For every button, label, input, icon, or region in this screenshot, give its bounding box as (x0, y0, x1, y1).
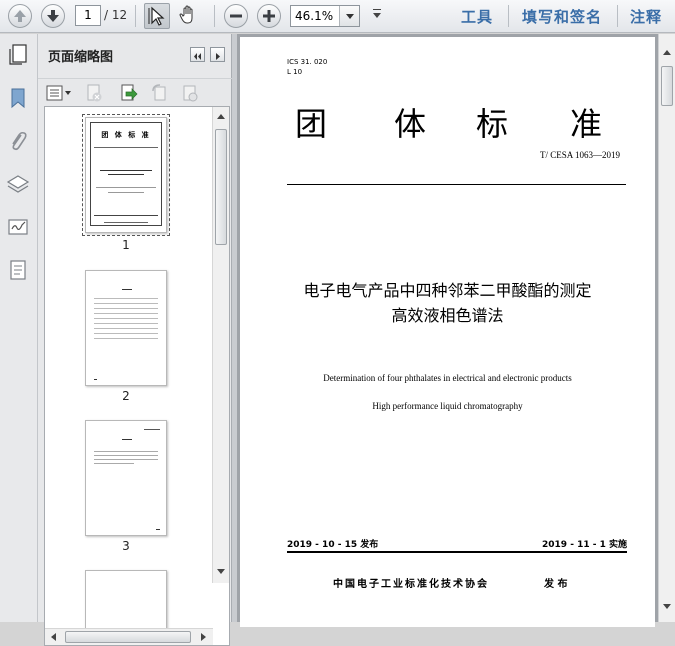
cursor-arrow-icon (148, 6, 165, 26)
toolbar: 1 / 12 46.1% 工具 填写和签名 注释 (0, 0, 675, 33)
select-tool-button[interactable] (144, 3, 170, 29)
scrollbar-thumb[interactable] (65, 631, 191, 643)
page-thumbnail-1[interactable]: 团 体 标 准 (82, 114, 170, 236)
toolbar-divider (214, 5, 215, 27)
document-page: ICS 31. 020 L 10 团 体 标 准 T/ CESA 1063—20… (240, 37, 655, 627)
classification-code: L 10 (287, 68, 303, 76)
scroll-down-icon[interactable] (217, 569, 225, 574)
fill-and-sign-button[interactable]: 填写和签名 (522, 6, 602, 27)
next-page-button[interactable] (41, 4, 65, 28)
thumbnail-list: 团 体 标 准 1 2 3 (44, 106, 230, 646)
scroll-up-icon[interactable] (663, 50, 671, 55)
zoom-out-button[interactable] (224, 4, 248, 28)
thumbnail-page-number: 3 (122, 539, 130, 553)
expand-panel-button[interactable] (210, 47, 225, 62)
page-thumbnails-icon[interactable] (6, 42, 30, 66)
thumbnail-page-number: 1 (122, 238, 130, 252)
issue-date: 2019 - 10 - 15 发布 (287, 540, 379, 550)
footer-rule (287, 551, 627, 553)
thumbnail-toolbar (38, 78, 232, 106)
heading-char-2: 体 (394, 105, 427, 143)
comment-button[interactable]: 注释 (630, 6, 662, 27)
navigation-rail (0, 34, 38, 622)
page-number-input[interactable]: 1 (75, 5, 101, 26)
toolbar-more-icon[interactable] (373, 9, 381, 18)
minus-icon (230, 14, 242, 18)
heading-char-4: 准 (570, 105, 603, 143)
scroll-down-icon[interactable] (663, 604, 671, 609)
chevron-right-icon (216, 53, 220, 60)
page-properties-icon[interactable] (180, 83, 200, 103)
header-rule (287, 184, 626, 185)
standard-number: T/ CESA 1063—2019 (539, 150, 620, 160)
thumbnail-page-number: 2 (122, 389, 130, 403)
hand-icon (179, 5, 193, 24)
ics-code: ICS 31. 020 (287, 58, 328, 66)
paperclip-icon[interactable] (6, 129, 30, 153)
insert-page-icon[interactable] (118, 83, 138, 103)
publish-label: 发 布 (544, 579, 568, 590)
thumbnail-horizontal-scrollbar[interactable] (45, 628, 213, 645)
scrollbar-thumb[interactable] (215, 129, 227, 245)
page-thumbnail-3[interactable] (85, 420, 167, 536)
thumbnail-vertical-scrollbar[interactable] (212, 107, 229, 583)
zoom-select[interactable]: 46.1% (290, 5, 360, 27)
bookmark-icon[interactable] (6, 86, 30, 110)
layers-icon[interactable] (6, 172, 30, 196)
scroll-left-icon[interactable] (51, 633, 56, 641)
arrow-up-icon (14, 10, 26, 22)
hand-tool-button[interactable] (176, 3, 202, 29)
document-properties-icon[interactable] (6, 258, 30, 282)
options-menu-icon[interactable] (46, 84, 72, 102)
scrollbar-thumb[interactable] (661, 66, 673, 106)
zoom-dropdown-button[interactable] (339, 6, 359, 26)
page-thumbnail-2[interactable] (85, 270, 167, 386)
rotate-page-icon[interactable] (150, 83, 170, 103)
plus-icon (263, 10, 275, 22)
toolbar-divider (135, 5, 136, 27)
zoom-in-button[interactable] (257, 4, 281, 28)
thumbnail-heading: 团 体 标 准 (101, 131, 151, 139)
previous-page-button[interactable] (8, 4, 32, 28)
scroll-up-icon[interactable] (217, 114, 225, 119)
title-english-line-1: Determination of four phthalates in elec… (323, 373, 572, 383)
heading-char-1: 团 (295, 105, 328, 143)
title-chinese-line-1: 电子电气产品中四种邻苯二甲酸酯的测定 (303, 281, 592, 300)
page-thumbnail-4[interactable] (85, 570, 167, 630)
panel-title: 页面缩略图 (48, 50, 114, 65)
double-chevron-left-icon (194, 53, 201, 60)
zoom-value: 46.1% (295, 9, 334, 23)
arrow-down-icon (47, 10, 59, 22)
publisher-name: 中国电子工业标准化技术协会 (333, 579, 489, 590)
signature-icon[interactable] (6, 215, 30, 239)
page-total-label: / 12 (104, 8, 128, 22)
collapse-panel-button[interactable] (190, 47, 205, 62)
toolbar-divider (617, 5, 618, 27)
heading-char-3: 标 (476, 105, 509, 143)
implementation-date: 2019 - 11 - 1 实施 (542, 540, 627, 550)
thumbnail-panel: 页面缩略图 团 体 标 准 1 2 3 (38, 34, 232, 646)
title-english-line-2: High performance liquid chromatography (372, 401, 523, 411)
chevron-down-icon (346, 14, 354, 19)
title-chinese-line-2: 高效液相色谱法 (391, 306, 504, 325)
toolbar-divider (508, 5, 509, 27)
scroll-right-icon[interactable] (201, 633, 206, 641)
delete-page-icon[interactable] (84, 83, 104, 103)
document-viewer: ICS 31. 020 L 10 团 体 标 准 T/ CESA 1063—20… (237, 34, 675, 627)
tools-button[interactable]: 工具 (461, 6, 493, 27)
document-vertical-scrollbar[interactable] (658, 34, 675, 622)
